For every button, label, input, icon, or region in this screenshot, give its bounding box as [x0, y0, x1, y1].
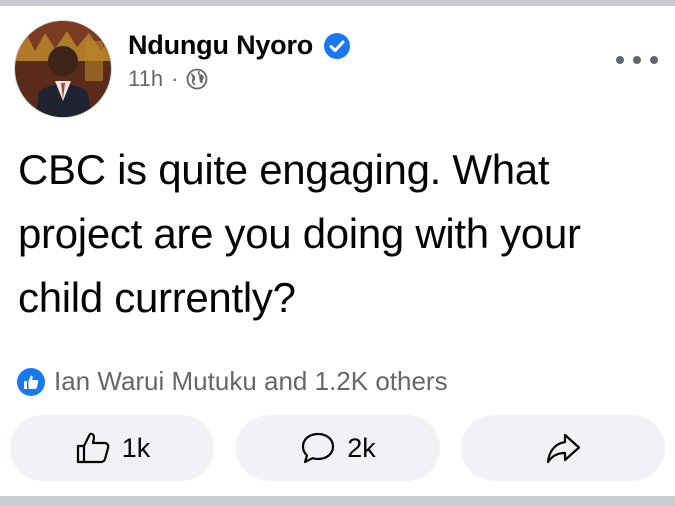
globe-icon [187, 68, 208, 90]
meta-separator: · [171, 66, 179, 91]
reactions-summary[interactable]: Ian Warui Mutuku and 1.2K others [16, 366, 448, 397]
comment-count: 2k [347, 432, 376, 463]
avatar[interactable] [14, 20, 112, 118]
post-card: Ndungu Nyoro 11h · CBC is quite engaging… [0, 0, 675, 506]
thumbs-up-icon [76, 432, 110, 464]
dot-icon [616, 56, 624, 64]
reactions-text: Ian Warui Mutuku and 1.2K others [54, 366, 448, 396]
dot-icon [633, 56, 641, 64]
post-time[interactable]: 11h [128, 66, 163, 92]
like-count: 1k [121, 432, 151, 463]
comment-button[interactable]: 2k [235, 415, 440, 481]
comment-icon [302, 432, 335, 464]
action-bar: 1k 2k [10, 415, 665, 481]
top-divider [0, 0, 675, 6]
verified-badge-icon [324, 32, 351, 59]
share-button[interactable] [461, 415, 665, 481]
dot-icon [650, 56, 658, 64]
post-text: CBC is quite engaging. What project are … [18, 146, 581, 321]
author-name[interactable]: Ndungu Nyoro [128, 30, 313, 61]
share-icon [546, 433, 581, 464]
like-button[interactable]: 1k [10, 415, 214, 481]
bottom-divider [0, 496, 675, 506]
like-icon [17, 367, 45, 396]
more-options-button[interactable] [616, 50, 658, 70]
